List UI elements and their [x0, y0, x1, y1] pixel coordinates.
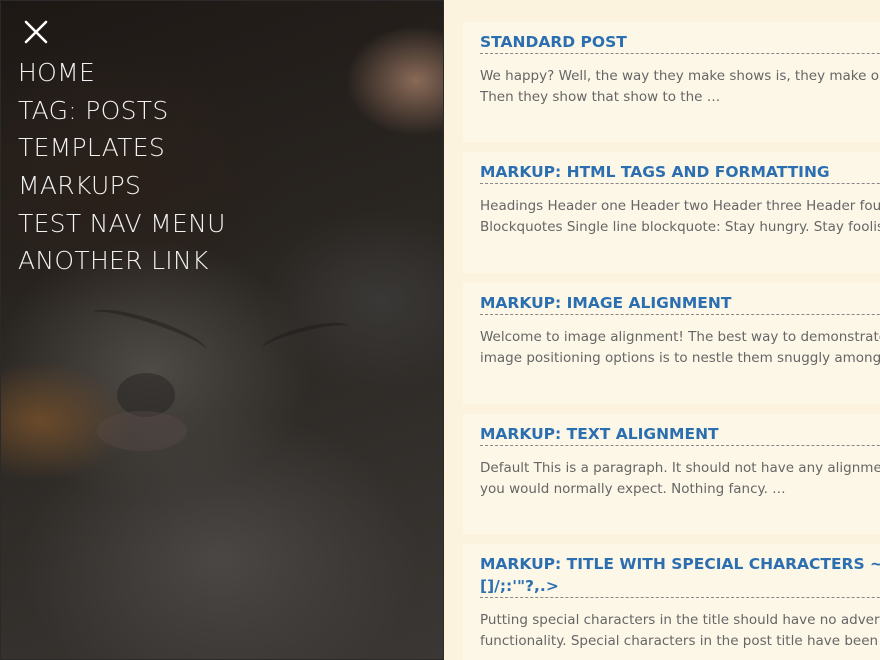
post-title-link[interactable]: MARKUP: IMAGE ALIGNMENT [480, 292, 880, 315]
nav-item-home[interactable]: HOME [18, 54, 226, 92]
post-title-link[interactable]: MARKUP: HTML TAGS AND FORMATTING [480, 161, 880, 184]
post-title-link[interactable]: MARKUP: TEXT ALIGNMENT [480, 423, 880, 446]
post-excerpt: Welcome to image alignment! The best way… [480, 327, 880, 368]
excerpt-line: functionality. Special characters in the… [480, 632, 880, 649]
nav-overlay: HOME TAG: POSTS TEMPLATES MARKUPS TEST N… [0, 0, 444, 660]
excerpt-line: Default This is a paragraph. It should n… [480, 460, 880, 476]
nav-menu: HOME TAG: POSTS TEMPLATES MARKUPS TEST N… [18, 54, 226, 280]
close-icon [24, 20, 48, 44]
nav-item-tag-posts[interactable]: TAG: POSTS [18, 92, 226, 130]
post-card: MARKUP: TITLE WITH SPECIAL CHARACTERS ~`… [463, 544, 880, 660]
post-excerpt: We happy? Well, the way they make shows … [480, 66, 880, 107]
excerpt-line: Blockquotes Single line blockquote: Stay… [480, 218, 880, 235]
excerpt-line: We happy? Well, the way they make shows … [480, 68, 880, 84]
post-card: MARKUP: IMAGE ALIGNMENT Welcome to image… [463, 283, 880, 404]
post-excerpt: Putting special characters in the title … [480, 610, 880, 651]
excerpt-line: you would normally expect. Nothing fancy… [480, 480, 786, 497]
post-card: STANDARD POST We happy? Well, the way th… [463, 22, 880, 142]
post-card: MARKUP: TEXT ALIGNMENT Default This is a… [463, 414, 880, 534]
post-list: STANDARD POST We happy? Well, the way th… [444, 0, 880, 660]
background-photo-detail [87, 301, 211, 363]
nav-item-test-nav-menu[interactable]: TEST NAV MENU [18, 205, 226, 243]
excerpt-line: image positioning options is to nestle t… [480, 349, 880, 366]
post-title-line: []/;:'"?,.> [480, 577, 559, 595]
nav-item-templates[interactable]: TEMPLATES [18, 129, 226, 167]
nav-item-another-link[interactable]: ANOTHER LINK [18, 242, 226, 280]
close-menu-button[interactable] [21, 17, 51, 47]
post-title-link[interactable]: MARKUP: TITLE WITH SPECIAL CHARACTERS ~`… [480, 553, 880, 598]
post-title-line: MARKUP: TITLE WITH SPECIAL CHARACTERS ~`… [480, 555, 880, 573]
post-title-link[interactable]: STANDARD POST [480, 31, 880, 54]
post-excerpt: Default This is a paragraph. It should n… [480, 458, 880, 499]
excerpt-line: Welcome to image alignment! The best way… [480, 329, 880, 345]
background-photo-detail [97, 411, 187, 451]
excerpt-line: Headings Header one Header two Header th… [480, 198, 880, 214]
excerpt-line: Then they show that show to the … [480, 88, 721, 105]
nav-item-markups[interactable]: MARKUPS [18, 167, 226, 205]
excerpt-line: Putting special characters in the title … [480, 612, 880, 628]
post-card: MARKUP: HTML TAGS AND FORMATTING Heading… [463, 152, 880, 273]
background-photo-detail [259, 316, 353, 360]
post-excerpt: Headings Header one Header two Header th… [480, 196, 880, 237]
